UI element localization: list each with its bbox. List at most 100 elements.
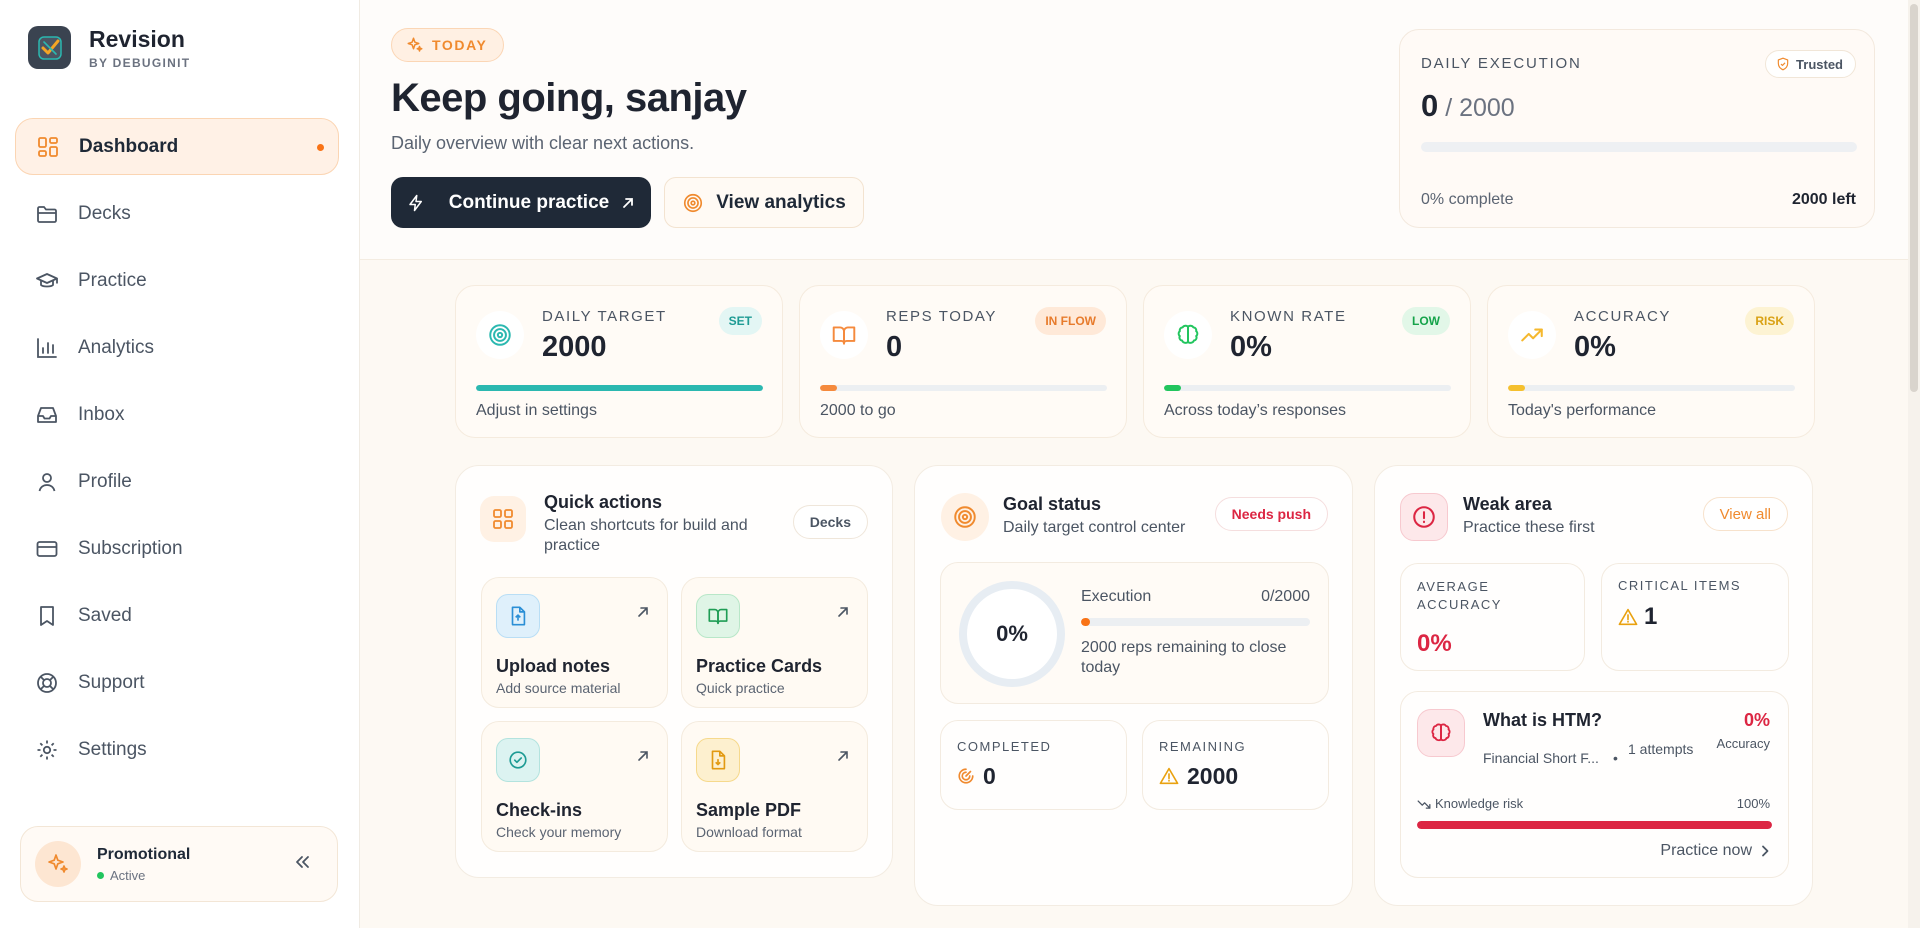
credit-card-icon xyxy=(35,537,59,561)
sidebar-item-subscription[interactable]: Subscription xyxy=(15,520,339,577)
trending-up-icon xyxy=(1508,311,1556,359)
page-scrollbar[interactable] xyxy=(1908,0,1920,928)
action-title: Practice Cards xyxy=(696,656,823,676)
stat-note: 2000 to go xyxy=(820,402,896,419)
knowledge-risk-value: 100% xyxy=(1736,796,1770,811)
knowledge-risk-bar xyxy=(1417,821,1772,829)
sidebar-item-analytics[interactable]: Analytics xyxy=(15,319,339,376)
needs-push-badge: Needs push xyxy=(1214,497,1328,531)
promo-status: Active xyxy=(97,868,190,883)
sidebar-item-label: Settings xyxy=(78,738,147,760)
promo-card[interactable]: Promotional Active xyxy=(20,826,338,902)
completed-box: COMPLETED 0 xyxy=(940,720,1127,810)
remaining-box: REMAINING 2000 xyxy=(1142,720,1329,810)
knowledge-risk-label: Knowledge risk xyxy=(1435,796,1524,811)
stat-value: 0% xyxy=(1574,331,1616,363)
warning-icon xyxy=(1618,608,1638,626)
goal-progress-fill xyxy=(1081,618,1091,626)
sidebar-item-label: Support xyxy=(78,671,145,693)
view-all-button[interactable]: View all xyxy=(1702,497,1788,531)
stat-value: 0 xyxy=(886,331,903,363)
brand[interactable]: Revision BY DEBUGINIT xyxy=(28,25,190,70)
stat-progress-bar xyxy=(1164,385,1451,391)
sidebar-item-label: Saved xyxy=(78,604,132,626)
practice-cards-action[interactable]: Practice Cards Quick practice xyxy=(681,577,868,708)
action-title: Check-ins xyxy=(496,800,583,820)
page-scrollbar-thumb[interactable] xyxy=(1910,4,1918,392)
sparkle-icon xyxy=(406,36,432,54)
folder-icon xyxy=(35,202,59,226)
grid-icon xyxy=(480,496,526,542)
collapse-sidebar-button[interactable] xyxy=(293,853,311,871)
sidebar-item-practice[interactable]: Practice xyxy=(15,252,339,309)
sidebar-item-inbox[interactable]: Inbox xyxy=(15,386,339,443)
panel-title: Goal status xyxy=(1003,494,1102,514)
stat-note: Today's performance xyxy=(1508,402,1657,419)
panel-subtitle: Practice these first xyxy=(1463,519,1595,536)
goal-remaining-text: 2000 reps remaining to close today xyxy=(1081,639,1287,676)
weak-item-accuracy: 0% xyxy=(1743,710,1770,730)
check-ins-action[interactable]: Check-ins Check your memory xyxy=(481,721,668,852)
sidebar-item-support[interactable]: Support xyxy=(15,654,339,711)
action-subtitle: Add source material xyxy=(496,680,621,696)
chevrons-left-icon xyxy=(293,853,311,871)
weak-area-panel: Weak area Practice these first View all … xyxy=(1374,465,1813,906)
completed-label: COMPLETED xyxy=(957,739,1052,754)
action-subtitle: Check your memory xyxy=(496,824,622,840)
meta-separator: • xyxy=(1613,750,1618,766)
grid-icon xyxy=(36,135,60,159)
arrow-up-right-icon xyxy=(637,606,649,618)
brain-icon xyxy=(1164,311,1212,359)
goal-execution-label: Execution xyxy=(1081,588,1152,605)
gear-icon xyxy=(35,738,59,762)
continue-practice-button[interactable]: Continue practice xyxy=(391,177,651,228)
execution-total: 2000 xyxy=(1459,94,1515,122)
page-subtitle: Daily overview with clear next actions. xyxy=(391,133,695,153)
panel-subtitle: Daily target control center xyxy=(1003,519,1186,536)
progress-circle-icon xyxy=(957,767,975,785)
user-icon xyxy=(35,470,59,494)
chevron-right-icon xyxy=(1760,845,1770,857)
stat-card-reps-today: REPS TODAY 0 IN FLOW 2000 to go xyxy=(799,285,1127,438)
stat-value: 0% xyxy=(1230,331,1272,363)
upload-notes-action[interactable]: Upload notes Add source material xyxy=(481,577,668,708)
sidebar-item-label: Inbox xyxy=(78,403,125,425)
hero-section: TODAY Keep going, sanjay Daily overview … xyxy=(360,0,1908,260)
weak-item-card[interactable]: What is HTM? Financial Short F... • 1 at… xyxy=(1400,691,1789,878)
book-icon xyxy=(696,594,740,638)
sidebar-item-saved[interactable]: Saved xyxy=(15,587,339,644)
practice-now-label: Practice now xyxy=(1660,842,1752,859)
arrow-up-right-icon xyxy=(609,196,647,210)
sidebar-item-label: Subscription xyxy=(78,537,183,559)
trending-down-icon xyxy=(1417,798,1431,810)
brand-logo-icon xyxy=(28,26,71,69)
view-analytics-button[interactable]: View analytics xyxy=(664,177,864,228)
average-accuracy-label: AVERAGE ACCURACY xyxy=(1417,579,1502,612)
sample-pdf-action[interactable]: Sample PDF Download format xyxy=(681,721,868,852)
decks-chip[interactable]: Decks xyxy=(792,505,868,539)
trusted-badge: Trusted xyxy=(1765,50,1856,78)
practice-now-link[interactable]: Practice now xyxy=(1660,842,1770,860)
average-accuracy-value: 0% xyxy=(1417,630,1452,657)
stat-value: 2000 xyxy=(542,331,607,363)
stat-card-accuracy: ACCURACY 0% RISK Today's performance xyxy=(1487,285,1815,438)
page-title: Keep going, sanjay xyxy=(391,76,747,120)
sidebar-item-dashboard[interactable]: Dashboard xyxy=(15,118,339,175)
sidebar-item-label: Dashboard xyxy=(79,135,179,157)
active-dot xyxy=(317,144,324,151)
sidebar-item-settings[interactable]: Settings xyxy=(15,721,339,778)
status-badge: LOW xyxy=(1402,307,1450,335)
sidebar-item-decks[interactable]: Decks xyxy=(15,185,339,242)
graduation-cap-icon xyxy=(35,269,59,293)
action-title: Upload notes xyxy=(496,656,611,676)
stat-progress-fill xyxy=(1164,385,1182,391)
continue-practice-label: Continue practice xyxy=(448,191,610,213)
action-title: Sample PDF xyxy=(696,800,802,820)
arrow-up-right-icon xyxy=(837,606,849,618)
download-file-icon xyxy=(696,738,740,782)
upload-file-icon xyxy=(496,594,540,638)
life-buoy-icon xyxy=(35,671,59,695)
execution-separator: / xyxy=(1438,94,1460,122)
stat-card-known-rate: KNOWN RATE 0% LOW Across today’s respons… xyxy=(1143,285,1471,438)
sidebar-item-profile[interactable]: Profile xyxy=(15,453,339,510)
